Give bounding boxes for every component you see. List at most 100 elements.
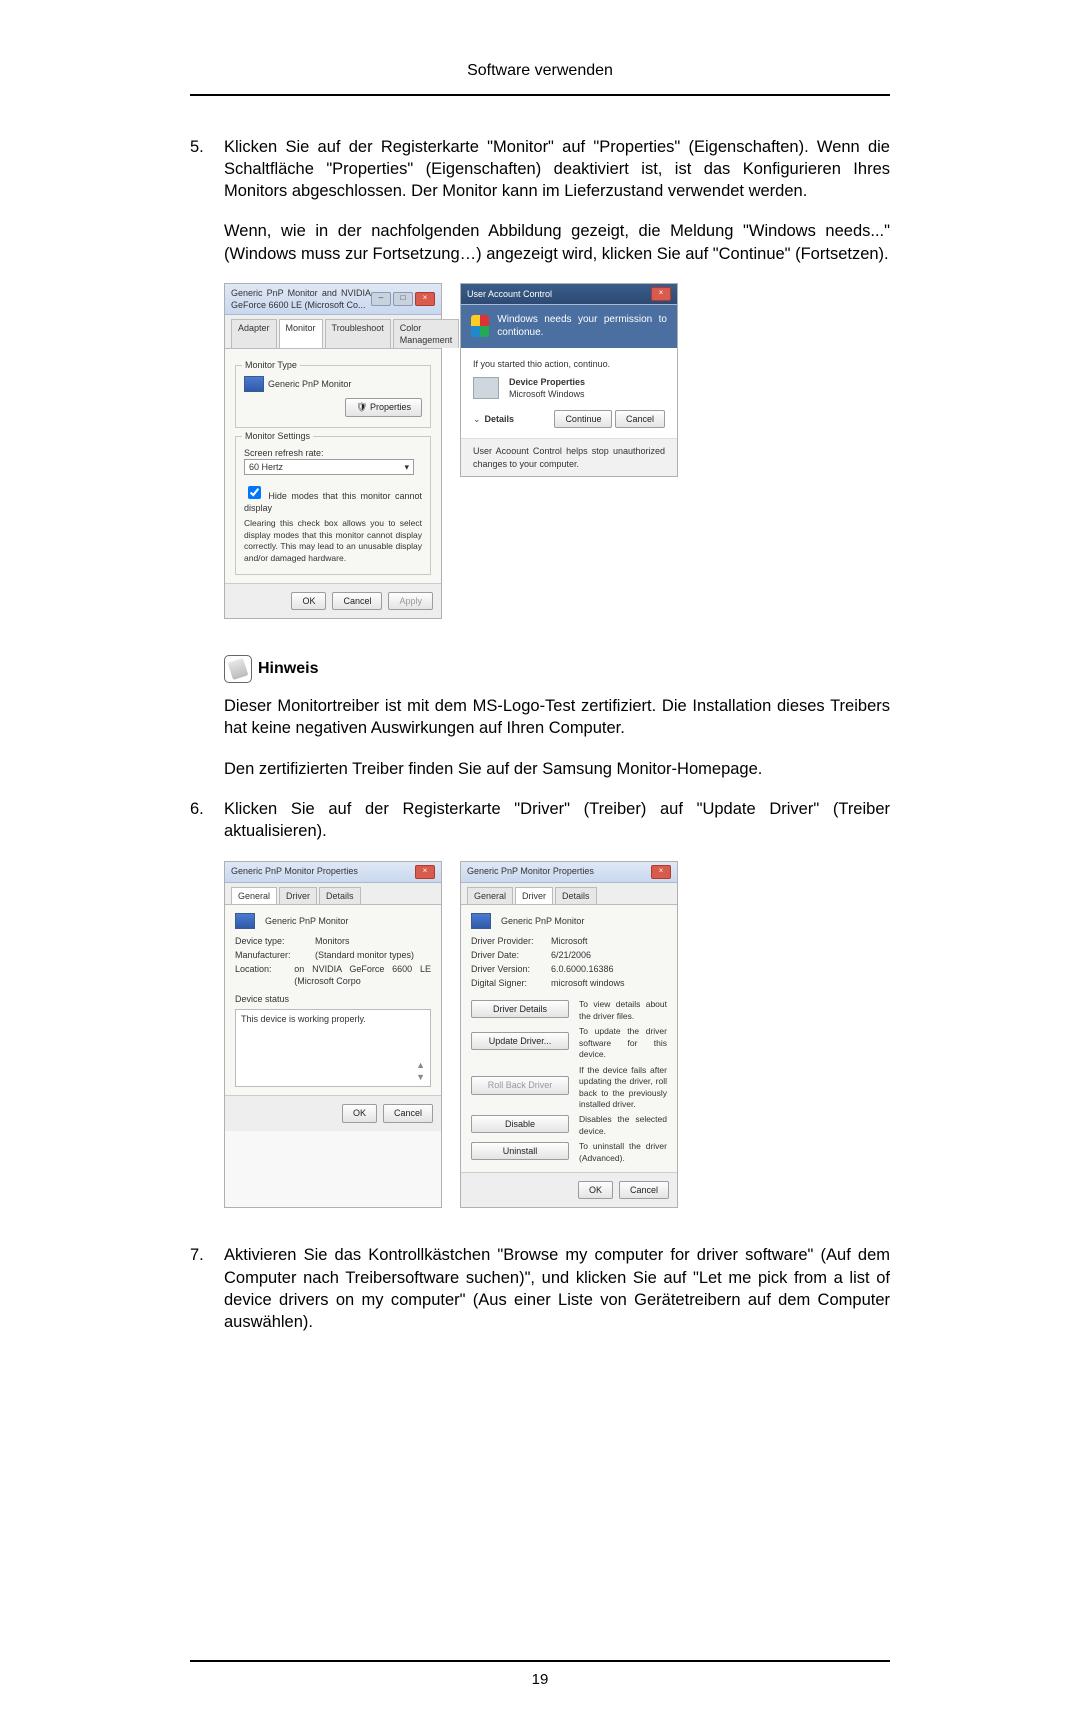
update-driver-desc: To update the driver software for this d… (579, 1026, 667, 1060)
cancel-button[interactable]: Cancel (383, 1104, 433, 1122)
driver-date-label: Driver Date: (471, 949, 551, 961)
continue-button[interactable]: Continue (554, 410, 612, 428)
details-toggle[interactable]: Details (485, 413, 515, 425)
rollback-driver-button[interactable]: Roll Back Driver (471, 1076, 569, 1094)
step-number: 6. (190, 798, 224, 1226)
step-5-text-1: Klicken Sie auf der Registerkarte "Monit… (224, 136, 890, 203)
manufacturer-value: (Standard monitor types) (315, 949, 414, 961)
hinweis-heading: Hinweis (224, 655, 890, 683)
step-7: 7. Aktivieren Sie das Kontrollkästchen "… (190, 1244, 890, 1351)
tab-details[interactable]: Details (319, 887, 361, 904)
disable-button[interactable]: Disable (471, 1115, 569, 1133)
step-7-text: Aktivieren Sie das Kontrollkästchen "Bro… (224, 1244, 890, 1333)
page-number: 19 (190, 1670, 890, 1690)
close-icon[interactable]: × (415, 865, 435, 879)
uac-titlebar: User Account Control × (461, 284, 677, 305)
monitor-type-value: Generic PnP Monitor (268, 378, 351, 390)
location-label: Location: (235, 963, 294, 987)
app-icon (473, 377, 499, 399)
chevron-down-icon[interactable]: ⌄ (473, 413, 481, 425)
ok-button[interactable]: OK (342, 1104, 377, 1122)
step-6-text: Klicken Sie auf der Registerkarte "Drive… (224, 798, 890, 843)
refresh-rate-select[interactable]: 60 Hertz▾ (244, 459, 414, 475)
hinweis-text-1: Dieser Monitortreiber ist mit dem MS-Log… (224, 695, 890, 740)
uac-app-name: Device Properties (509, 376, 585, 388)
cancel-button[interactable]: Cancel (615, 410, 665, 428)
step-5: 5. Klicken Sie auf der Registerkarte "Mo… (190, 136, 890, 638)
update-driver-button[interactable]: Update Driver... (471, 1032, 569, 1050)
device-name: Generic PnP Monitor (265, 915, 348, 927)
close-icon[interactable]: × (415, 292, 435, 306)
min-icon[interactable]: – (371, 292, 391, 306)
cancel-button[interactable]: Cancel (332, 592, 382, 610)
monitor-settings-window: Generic PnP Monitor and NVIDIA GeForce 6… (224, 283, 442, 619)
ok-button[interactable]: OK (291, 592, 326, 610)
uac-publisher: Microsoft Windows (509, 388, 585, 400)
digital-signer-value: microsoft windows (551, 977, 625, 989)
hide-modes-label: Hide modes that this monitor cannot disp… (244, 491, 422, 513)
uninstall-button[interactable]: Uninstall (471, 1142, 569, 1160)
device-status-label: Device status (235, 993, 431, 1005)
window-title: Generic PnP Monitor Properties (231, 865, 358, 877)
step-number: 5. (190, 136, 224, 638)
tab-color-management[interactable]: Color Management (393, 319, 460, 348)
note-icon (224, 655, 252, 683)
refresh-rate-label: Screen refresh rate: (244, 447, 422, 459)
uninstall-desc: To uninstall the driver (Advanced). (579, 1141, 667, 1164)
max-icon[interactable]: □ (393, 292, 413, 306)
hide-modes-checkbox[interactable] (248, 486, 261, 499)
hinweis-text-2: Den zertifizierten Treiber finden Sie au… (224, 758, 890, 780)
uac-window: User Account Control × Windows needs you… (460, 283, 678, 477)
driver-provider-label: Driver Provider: (471, 935, 551, 947)
monitor-type-label: Monitor Type (242, 359, 300, 371)
rollback-driver-desc: If the device fails after updating the d… (579, 1065, 667, 1111)
tab-driver[interactable]: Driver (279, 887, 317, 904)
tab-adapter[interactable]: Adapter (231, 319, 277, 348)
shield-icon (471, 315, 489, 337)
monitor-icon (471, 913, 491, 929)
driver-version-value: 6.0.6000.16386 (551, 963, 614, 975)
properties-button[interactable]: 🛡 Properties (345, 398, 422, 416)
tab-monitor[interactable]: Monitor (279, 319, 323, 348)
header-rule (190, 94, 890, 96)
step-6: 6. Klicken Sie auf der Registerkarte "Dr… (190, 798, 890, 1226)
tab-general[interactable]: General (467, 887, 513, 904)
uac-title: User Account Control (467, 288, 552, 300)
window-title: Generic PnP Monitor and NVIDIA GeForce 6… (231, 287, 371, 311)
close-icon[interactable]: × (651, 287, 671, 301)
uac-footer: User Acoount Control helps stop unauthor… (461, 438, 677, 475)
driver-details-desc: To view details about the driver files. (579, 999, 667, 1022)
monitor-icon (244, 376, 264, 392)
tab-general[interactable]: General (231, 887, 277, 904)
titlebar: Generic PnP Monitor Properties × (225, 862, 441, 883)
tabs: Adapter Monitor Troubleshoot Color Manag… (225, 315, 441, 349)
window-title: Generic PnP Monitor Properties (467, 865, 594, 877)
uac-started-text: If you started thio action, continuo. (473, 358, 665, 370)
tab-troubleshoot[interactable]: Troubleshoot (325, 319, 391, 348)
apply-button[interactable]: Apply (388, 592, 433, 610)
driver-date-value: 6/21/2006 (551, 949, 591, 961)
driver-provider-value: Microsoft (551, 935, 588, 947)
monitor-icon (235, 913, 255, 929)
location-value: on NVIDIA GeForce 6600 LE (Microsoft Cor… (294, 963, 431, 987)
device-type-value: Monitors (315, 935, 350, 947)
titlebar: Generic PnP Monitor Properties × (461, 862, 677, 883)
props-general-window: Generic PnP Monitor Properties × General… (224, 861, 442, 1209)
hinweis-label: Hinweis (258, 658, 318, 680)
tab-driver[interactable]: Driver (515, 887, 553, 904)
step-5-text-2: Wenn, wie in der nachfolgenden Abbildung… (224, 220, 890, 265)
close-icon[interactable]: × (651, 865, 671, 879)
uac-headline: Windows needs your permission to contion… (497, 313, 667, 340)
page: Software verwenden 5. Klicken Sie auf de… (0, 0, 1080, 1730)
ok-button[interactable]: OK (578, 1181, 613, 1199)
manufacturer-label: Manufacturer: (235, 949, 315, 961)
device-name: Generic PnP Monitor (501, 915, 584, 927)
device-status-value: This device is working properly. (241, 1013, 425, 1025)
driver-version-label: Driver Version: (471, 963, 551, 975)
hide-modes-desc: Clearing this check box allows you to se… (244, 518, 422, 564)
disable-desc: Disables the selected device. (579, 1114, 667, 1137)
tab-details[interactable]: Details (555, 887, 597, 904)
cancel-button[interactable]: Cancel (619, 1181, 669, 1199)
digital-signer-label: Digital Signer: (471, 977, 551, 989)
driver-details-button[interactable]: Driver Details (471, 1000, 569, 1018)
